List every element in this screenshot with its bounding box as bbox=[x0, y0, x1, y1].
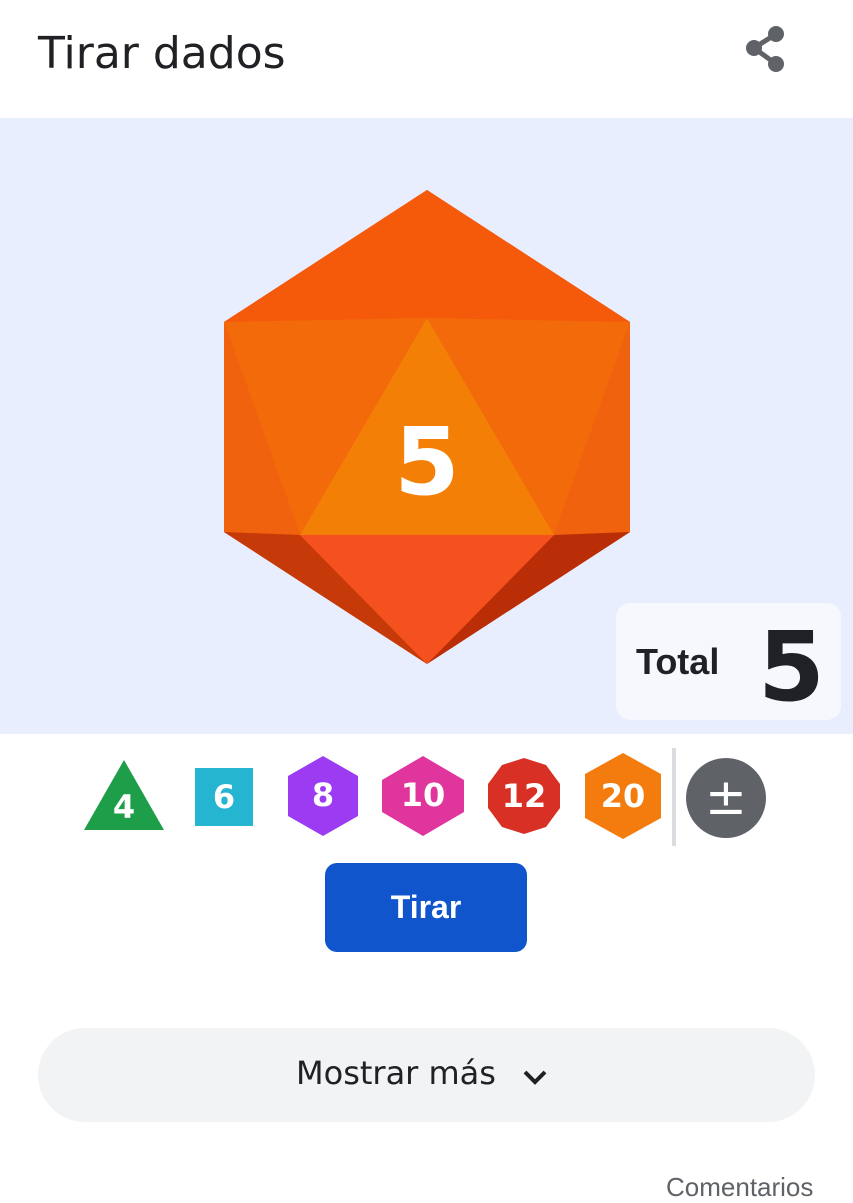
share-icon bbox=[746, 26, 784, 72]
feedback-link[interactable]: Comentarios bbox=[666, 1172, 813, 1203]
show-more-label: Mostrar más bbox=[296, 1054, 496, 1092]
share-button[interactable] bbox=[738, 22, 794, 78]
d20-die[interactable]: 5 bbox=[220, 190, 634, 664]
d10-label: 10 bbox=[400, 776, 446, 814]
d8-button[interactable]: 8 bbox=[288, 756, 358, 836]
chevron-down-icon bbox=[523, 1070, 547, 1085]
d6-label: 6 bbox=[212, 778, 236, 816]
show-more-button[interactable]: Mostrar más bbox=[38, 1028, 815, 1122]
total-value: 5 bbox=[758, 611, 825, 723]
dice-selector: 4 6 8 10 12 20 ± bbox=[0, 748, 853, 848]
total-label: Total bbox=[636, 641, 720, 682]
d20-label: 20 bbox=[600, 777, 646, 815]
d8-label: 8 bbox=[311, 776, 335, 814]
d12-button[interactable]: 12 bbox=[486, 758, 562, 834]
d4-label: 4 bbox=[112, 788, 136, 826]
die-result: 5 bbox=[394, 408, 460, 517]
divider bbox=[672, 748, 676, 846]
d10-button[interactable]: 10 bbox=[382, 756, 464, 836]
d4-button[interactable]: 4 bbox=[84, 760, 164, 832]
roll-button[interactable]: Tirar bbox=[325, 863, 527, 952]
modifier-button[interactable]: ± bbox=[686, 758, 766, 838]
page-title: Tirar dados bbox=[38, 28, 286, 79]
dice-stage: 5 Total 5 bbox=[0, 118, 853, 734]
header: Tirar dados bbox=[0, 0, 853, 118]
d20-button[interactable]: 20 bbox=[585, 753, 661, 839]
total-card: Total 5 bbox=[616, 603, 841, 723]
d12-label: 12 bbox=[501, 777, 547, 815]
d6-button[interactable]: 6 bbox=[195, 768, 253, 826]
